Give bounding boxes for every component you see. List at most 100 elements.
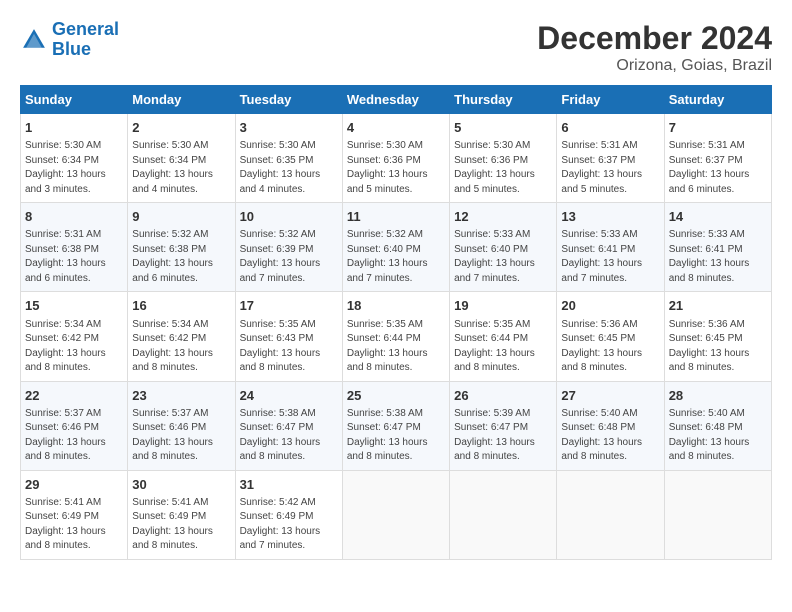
- day-info: Sunrise: 5:37 AM Sunset: 6:46 PM Dayligh…: [132, 407, 230, 465]
- day-number: 13: [561, 208, 659, 226]
- calendar-cell: 23 Sunrise: 5:37 AM Sunset: 6:46 PM Dayli…: [128, 381, 235, 470]
- calendar-cell: [342, 470, 449, 559]
- calendar-cell: 31Sunrise: 5:42 AM Sunset: 6:49 PM Dayli…: [235, 470, 342, 559]
- weekday-header-saturday: Saturday: [664, 86, 771, 114]
- day-number: 5: [454, 119, 552, 137]
- calendar-cell: 12Sunrise: 5:33 AM Sunset: 6:40 PM Dayli…: [450, 203, 557, 292]
- day-number: 8: [25, 208, 123, 226]
- calendar-title: December 2024: [537, 20, 772, 57]
- week-row-2: 8 Sunrise: 5:31 AM Sunset: 6:38 PM Daylig…: [21, 203, 772, 292]
- day-info: Sunrise: 5:35 AM Sunset: 6:43 PM Dayligh…: [240, 318, 338, 376]
- day-number: 2: [132, 119, 230, 137]
- day-info: Sunrise: 5:36 AM Sunset: 6:45 PM Dayligh…: [669, 318, 767, 376]
- logo-text: General Blue: [52, 20, 119, 60]
- day-info: Sunrise: 5:41 AM Sunset: 6:49 PM Dayligh…: [132, 496, 230, 554]
- day-number: 17: [240, 297, 338, 315]
- day-number: 16: [132, 297, 230, 315]
- day-info: Sunrise: 5:34 AM Sunset: 6:42 PM Dayligh…: [25, 318, 123, 376]
- day-info: Sunrise: 5:36 AM Sunset: 6:45 PM Dayligh…: [561, 318, 659, 376]
- week-row-5: 29 Sunrise: 5:41 AM Sunset: 6:49 PM Dayli…: [21, 470, 772, 559]
- day-info: Sunrise: 5:37 AM Sunset: 6:46 PM Dayligh…: [25, 407, 123, 465]
- calendar-cell: 30Sunrise: 5:41 AM Sunset: 6:49 PM Dayli…: [128, 470, 235, 559]
- day-info: Sunrise: 5:32 AM Sunset: 6:38 PM Dayligh…: [132, 228, 230, 286]
- day-number: 23: [132, 387, 230, 405]
- day-number: 26: [454, 387, 552, 405]
- calendar-cell: 25 Sunrise: 5:38 AM Sunset: 6:47 PM Dayli…: [342, 381, 449, 470]
- calendar-cell: 28 Sunrise: 5:40 AM Sunset: 6:48 PM Dayli…: [664, 381, 771, 470]
- weekday-header-tuesday: Tuesday: [235, 86, 342, 114]
- calendar-cell: 7Sunrise: 5:31 AM Sunset: 6:37 PM Daylig…: [664, 114, 771, 203]
- title-area: December 2024 Orizona, Goias, Brazil: [537, 20, 772, 75]
- day-info: Sunrise: 5:31 AM Sunset: 6:38 PM Dayligh…: [25, 228, 123, 286]
- calendar-cell: 8 Sunrise: 5:31 AM Sunset: 6:38 PM Daylig…: [21, 203, 128, 292]
- calendar-cell: 19Sunrise: 5:35 AM Sunset: 6:44 PM Dayli…: [450, 292, 557, 381]
- calendar-cell: 22 Sunrise: 5:37 AM Sunset: 6:46 PM Dayli…: [21, 381, 128, 470]
- calendar-cell: 29 Sunrise: 5:41 AM Sunset: 6:49 PM Dayli…: [21, 470, 128, 559]
- day-info: Sunrise: 5:30 AM Sunset: 6:35 PM Dayligh…: [240, 139, 338, 197]
- calendar-cell: [664, 470, 771, 559]
- calendar-table: SundayMondayTuesdayWednesdayThursdayFrid…: [20, 85, 772, 560]
- day-info: Sunrise: 5:30 AM Sunset: 6:36 PM Dayligh…: [347, 139, 445, 197]
- day-info: Sunrise: 5:33 AM Sunset: 6:41 PM Dayligh…: [561, 228, 659, 286]
- calendar-cell: 27 Sunrise: 5:40 AM Sunset: 6:48 PM Dayli…: [557, 381, 664, 470]
- calendar-cell: 24 Sunrise: 5:38 AM Sunset: 6:47 PM Dayli…: [235, 381, 342, 470]
- day-number: 31: [240, 476, 338, 494]
- day-number: 28: [669, 387, 767, 405]
- day-info: Sunrise: 5:30 AM Sunset: 6:34 PM Dayligh…: [132, 139, 230, 197]
- day-info: Sunrise: 5:40 AM Sunset: 6:48 PM Dayligh…: [669, 407, 767, 465]
- calendar-cell: 20 Sunrise: 5:36 AM Sunset: 6:45 PM Dayli…: [557, 292, 664, 381]
- calendar-cell: [450, 470, 557, 559]
- day-number: 11: [347, 208, 445, 226]
- day-info: Sunrise: 5:30 AM Sunset: 6:34 PM Dayligh…: [25, 139, 123, 197]
- day-info: Sunrise: 5:38 AM Sunset: 6:47 PM Dayligh…: [347, 407, 445, 465]
- calendar-cell: 18Sunrise: 5:35 AM Sunset: 6:44 PM Dayli…: [342, 292, 449, 381]
- day-info: Sunrise: 5:32 AM Sunset: 6:40 PM Dayligh…: [347, 228, 445, 286]
- week-row-1: 1 Sunrise: 5:30 AM Sunset: 6:34 PM Daylig…: [21, 114, 772, 203]
- weekday-header-monday: Monday: [128, 86, 235, 114]
- day-number: 1: [25, 119, 123, 137]
- weekday-header-sunday: Sunday: [21, 86, 128, 114]
- calendar-cell: 11 Sunrise: 5:32 AM Sunset: 6:40 PM Dayli…: [342, 203, 449, 292]
- calendar-cell: 4 Sunrise: 5:30 AM Sunset: 6:36 PM Daylig…: [342, 114, 449, 203]
- logo-icon: [20, 26, 48, 54]
- weekday-header-friday: Friday: [557, 86, 664, 114]
- day-info: Sunrise: 5:40 AM Sunset: 6:48 PM Dayligh…: [561, 407, 659, 465]
- day-info: Sunrise: 5:41 AM Sunset: 6:49 PM Dayligh…: [25, 496, 123, 554]
- logo: General Blue: [20, 20, 119, 60]
- day-number: 4: [347, 119, 445, 137]
- calendar-subtitle: Orizona, Goias, Brazil: [537, 57, 772, 75]
- calendar-cell: 5Sunrise: 5:30 AM Sunset: 6:36 PM Daylig…: [450, 114, 557, 203]
- day-info: Sunrise: 5:32 AM Sunset: 6:39 PM Dayligh…: [240, 228, 338, 286]
- day-number: 25: [347, 387, 445, 405]
- day-number: 27: [561, 387, 659, 405]
- weekday-header-wednesday: Wednesday: [342, 86, 449, 114]
- day-number: 20: [561, 297, 659, 315]
- day-number: 15: [25, 297, 123, 315]
- day-info: Sunrise: 5:35 AM Sunset: 6:44 PM Dayligh…: [347, 318, 445, 376]
- day-info: Sunrise: 5:31 AM Sunset: 6:37 PM Dayligh…: [561, 139, 659, 197]
- calendar-cell: 2 Sunrise: 5:30 AM Sunset: 6:34 PM Daylig…: [128, 114, 235, 203]
- calendar-cell: 26 Sunrise: 5:39 AM Sunset: 6:47 PM Dayli…: [450, 381, 557, 470]
- day-number: 9: [132, 208, 230, 226]
- weekday-header-thursday: Thursday: [450, 86, 557, 114]
- day-number: 24: [240, 387, 338, 405]
- day-info: Sunrise: 5:39 AM Sunset: 6:47 PM Dayligh…: [454, 407, 552, 465]
- week-row-3: 15 Sunrise: 5:34 AM Sunset: 6:42 PM Dayli…: [21, 292, 772, 381]
- week-row-4: 22 Sunrise: 5:37 AM Sunset: 6:46 PM Dayli…: [21, 381, 772, 470]
- calendar-cell: 9 Sunrise: 5:32 AM Sunset: 6:38 PM Daylig…: [128, 203, 235, 292]
- day-number: 29: [25, 476, 123, 494]
- calendar-cell: [557, 470, 664, 559]
- calendar-cell: 14 Sunrise: 5:33 AM Sunset: 6:41 PM Dayli…: [664, 203, 771, 292]
- day-info: Sunrise: 5:33 AM Sunset: 6:41 PM Dayligh…: [669, 228, 767, 286]
- header: General Blue December 2024 Orizona, Goia…: [20, 20, 772, 75]
- day-number: 10: [240, 208, 338, 226]
- day-info: Sunrise: 5:35 AM Sunset: 6:44 PM Dayligh…: [454, 318, 552, 376]
- day-number: 6: [561, 119, 659, 137]
- day-number: 12: [454, 208, 552, 226]
- day-number: 14: [669, 208, 767, 226]
- calendar-cell: 10 Sunrise: 5:32 AM Sunset: 6:39 PM Dayli…: [235, 203, 342, 292]
- day-number: 21: [669, 297, 767, 315]
- calendar-cell: 1 Sunrise: 5:30 AM Sunset: 6:34 PM Daylig…: [21, 114, 128, 203]
- day-number: 22: [25, 387, 123, 405]
- day-info: Sunrise: 5:38 AM Sunset: 6:47 PM Dayligh…: [240, 407, 338, 465]
